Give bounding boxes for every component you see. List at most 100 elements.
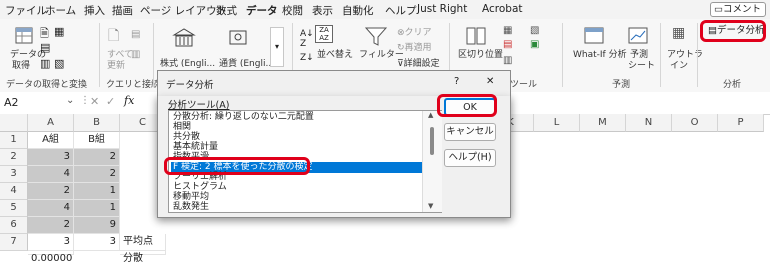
recent-sources-icon[interactable]: ▥ <box>40 57 50 70</box>
outline-icon[interactable]: ▦ <box>672 25 685 41</box>
cell-a-value[interactable]: 3 <box>28 234 74 251</box>
menu-page-layout[interactable]: ページ レイアウト <box>140 3 227 18</box>
database-icon <box>15 27 33 44</box>
column-header[interactable]: P <box>718 114 764 132</box>
confirm-formula-icon[interactable]: ✓ <box>106 95 115 108</box>
refresh-all-icon[interactable]: 🗋 <box>108 25 119 49</box>
currency-icon[interactable] <box>228 27 250 49</box>
row-header[interactable]: 5 <box>0 200 28 217</box>
menu-help[interactable]: ヘルプ <box>385 3 417 18</box>
from-table-icon[interactable]: ▤ <box>40 41 50 54</box>
cell-a-value[interactable]: 4 <box>28 200 74 217</box>
column-header[interactable]: N <box>626 114 672 132</box>
menu-just-right[interactable]: Just Right <box>417 3 467 15</box>
remove-duplicates-icon[interactable]: ▤ <box>503 39 512 50</box>
menu-insert[interactable]: 挿入 <box>84 3 105 18</box>
dialog-help-icon[interactable]: ? <box>454 76 459 87</box>
cell-a-value[interactable]: 4 <box>28 166 74 183</box>
select-all-corner[interactable] <box>0 114 28 132</box>
filter-icon[interactable] <box>364 25 388 47</box>
get-data-label2[interactable]: 取得 <box>12 58 30 71</box>
list-scrollbar[interactable]: ▲ ▼ <box>422 111 442 212</box>
data-validation-icon[interactable]: ▥ <box>503 55 512 66</box>
column-header[interactable]: A <box>28 114 74 132</box>
ribbon-separator <box>99 23 100 87</box>
properties-icon[interactable]: ▥ <box>131 49 140 60</box>
menu-formulas[interactable]: 数式 <box>216 3 237 18</box>
menu-home[interactable]: ホーム <box>45 3 76 18</box>
reapply-button[interactable]: ↻再適用 <box>397 40 432 53</box>
cell-a-value[interactable]: 3 <box>28 149 74 166</box>
menu-review[interactable]: 校閲 <box>282 3 303 18</box>
ok-button-highlight <box>437 94 497 117</box>
column-header[interactable]: M <box>580 114 626 132</box>
cancel-formula-icon[interactable]: ✕ <box>90 95 99 108</box>
ribbon-separator <box>697 23 698 87</box>
column-header[interactable]: L <box>534 114 580 132</box>
dialog-titlebar: データ分析 ? ✕ <box>157 70 511 96</box>
forecast-sheet-label2[interactable]: シート <box>628 58 655 71</box>
clear-filter-button[interactable]: ⊗クリア <box>397 25 432 38</box>
dialog-close-icon[interactable]: ✕ <box>486 76 494 87</box>
forecast-sheet-icon[interactable] <box>627 25 651 47</box>
menu-automate[interactable]: 自動化 <box>342 3 374 18</box>
refresh-all-label2[interactable]: 更新 <box>107 58 125 71</box>
sort-label[interactable]: 並べ替え <box>317 47 353 60</box>
flash-fill-icon[interactable]: ▦ <box>503 25 512 36</box>
cancel-button[interactable]: キャンセル <box>444 123 496 141</box>
from-web-icon[interactable]: ▦ <box>54 25 64 38</box>
cell-b-value[interactable]: 1 <box>74 200 120 217</box>
row-header[interactable]: 2 <box>0 149 28 166</box>
menu-acrobat[interactable]: Acrobat <box>482 3 523 15</box>
scroll-down-icon[interactable]: ▼ <box>428 202 433 210</box>
row-header[interactable]: 3 <box>0 166 28 183</box>
row-header[interactable]: 6 <box>0 217 28 234</box>
sort-az-icon[interactable]: A↓ Z <box>300 29 314 49</box>
cell-b-value[interactable]: 3 <box>74 234 120 251</box>
menu-draw[interactable]: 描画 <box>112 3 133 18</box>
row-header[interactable]: 7 <box>0 234 28 251</box>
cell-b-value[interactable]: 2 <box>74 166 120 183</box>
cell-a-value[interactable]: 2 <box>28 217 74 234</box>
stocks-label[interactable]: 株式 (Engli... <box>160 56 215 69</box>
cell-label[interactable]: 平均点 <box>120 234 166 251</box>
cell-header-a[interactable]: A組 <box>28 132 74 149</box>
menu-file[interactable]: ファイル <box>5 3 47 18</box>
column-header[interactable]: B <box>74 114 120 132</box>
column-header[interactable]: O <box>672 114 718 132</box>
scroll-up-icon[interactable]: ▲ <box>428 111 433 119</box>
currency-label[interactable]: 通貨 (Engli... <box>219 56 274 69</box>
reapply-label: 再適用 <box>404 43 432 53</box>
insert-function-icon[interactable]: fx <box>124 94 134 107</box>
comment-icon: ▭ <box>714 4 723 15</box>
what-if-label[interactable]: What-If 分析 <box>573 47 627 60</box>
cell-b-value[interactable]: 9 <box>74 217 120 234</box>
data-types-scroll[interactable]: ▾ <box>270 27 284 67</box>
advanced-filter-button[interactable]: ⊽詳細設定 <box>397 56 440 69</box>
name-box-dropdown-icon[interactable]: ⌄ <box>66 95 74 106</box>
stocks-icon[interactable] <box>172 27 196 49</box>
queries-icon[interactable]: ▤ <box>131 29 140 40</box>
reapply-icon: ↻ <box>397 43 405 53</box>
sort-icon[interactable]: ZA AZ <box>315 25 333 43</box>
existing-connections-icon[interactable]: ▧ <box>54 57 64 70</box>
cell-header-b[interactable]: B組 <box>74 132 120 149</box>
cell-b-value[interactable]: 1 <box>74 183 120 200</box>
text-to-columns-icon[interactable] <box>465 25 487 47</box>
text-to-columns-label[interactable]: 区切り位置 <box>458 47 503 60</box>
relationships-icon[interactable]: ▣ <box>530 39 539 50</box>
consolidate-icon[interactable]: ▧ <box>530 25 539 36</box>
sort-za-icon[interactable]: Z↓ <box>300 53 314 63</box>
analysis-tool-item[interactable]: 乱数発生 <box>171 202 428 212</box>
cell-a-value[interactable]: 2 <box>28 183 74 200</box>
menu-view[interactable]: 表示 <box>312 3 333 18</box>
row-header[interactable]: 4 <box>0 183 28 200</box>
row-header[interactable]: 1 <box>0 132 28 149</box>
help-button[interactable]: ヘルプ(H) <box>444 149 496 167</box>
scroll-thumb[interactable] <box>430 127 434 155</box>
name-box[interactable]: A2 <box>4 96 19 109</box>
what-if-icon[interactable] <box>583 25 607 47</box>
cell-b-value[interactable]: 2 <box>74 149 120 166</box>
outline-label2[interactable]: イン <box>670 58 688 71</box>
comment-button[interactable]: ▭コメント <box>710 2 766 17</box>
